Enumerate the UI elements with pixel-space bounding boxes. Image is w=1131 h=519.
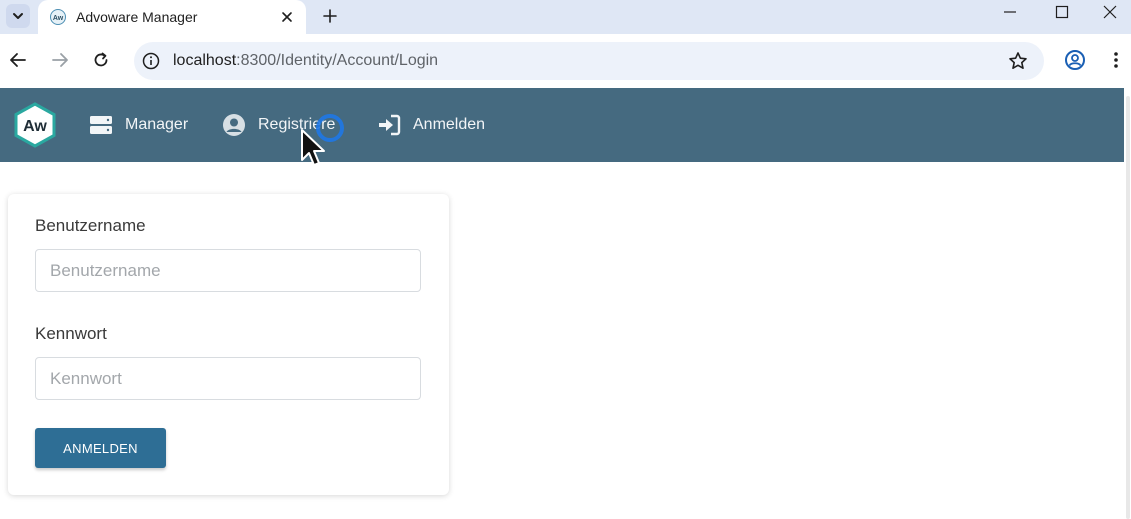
login-submit-button[interactable]: ANMELDEN [35,428,166,468]
sign-in-icon [379,114,401,136]
bookmark-star-icon[interactable] [1008,51,1028,71]
app-navbar: Aw Manager Registriere Anmelden [0,88,1124,162]
close-icon [1103,5,1116,19]
password-input[interactable] [35,357,421,400]
close-icon [282,12,292,22]
chevron-down-icon [13,13,23,19]
advoware-favicon-icon: Aw [50,9,66,25]
address-bar[interactable]: localhost:8300/Identity/Account/Login [134,42,1044,80]
username-input[interactable] [35,249,421,292]
logo-text: Aw [23,118,47,135]
browser-menu-button[interactable] [1102,46,1130,74]
nav-item-registrieren[interactable]: Registriere [222,88,335,162]
reload-button[interactable] [87,46,115,74]
username-label: Benutzername [35,216,146,235]
profile-icon [1065,50,1085,70]
url-text[interactable]: localhost:8300/Identity/Account/Login [173,52,438,70]
url-host: localhost [173,52,237,69]
nav-item-label: Registriere [258,116,336,133]
tab-title: Advoware Manager [76,9,198,25]
back-button[interactable] [4,46,32,74]
kebab-menu-icon [1114,52,1118,68]
nav-item-label: Anmelden [413,116,486,133]
advoware-logo[interactable]: Aw [13,102,57,148]
browser-tab-active[interactable]: Aw Advoware Manager [38,0,306,34]
minimize-button[interactable] [984,0,1036,24]
plus-icon [323,9,337,23]
new-tab-button[interactable] [316,2,344,30]
nav-item-label: Manager [125,116,189,133]
favicon-text: Aw [53,15,64,22]
server-icon [90,116,112,134]
forward-button[interactable] [46,46,74,74]
scrollbar-thumb[interactable] [1126,96,1130,519]
site-info-icon[interactable] [142,52,160,70]
login-card: Benutzername Kennwort ANMELDEN [8,194,449,495]
minimize-icon [1004,11,1016,13]
password-label: Kennwort [35,324,107,343]
profile-button[interactable] [1061,46,1089,74]
nav-item-anmelden[interactable]: Anmelden [377,88,485,162]
browser-toolbar: localhost:8300/Identity/Account/Login [0,34,1131,88]
arrow-left-icon [10,53,26,67]
browser-tabstrip: Aw Advoware Manager [0,0,1131,34]
nav-item-manager[interactable]: Manager [89,88,188,162]
window-close-button[interactable] [1088,0,1131,24]
tab-search-button[interactable] [6,4,30,28]
maximize-icon [1055,5,1069,19]
maximize-button[interactable] [1036,0,1088,24]
reload-icon [94,52,108,67]
user-circle-icon [223,114,245,136]
arrow-right-icon [52,53,68,67]
tab-close-button[interactable] [274,4,300,30]
url-path: :8300/Identity/Account/Login [236,52,439,69]
